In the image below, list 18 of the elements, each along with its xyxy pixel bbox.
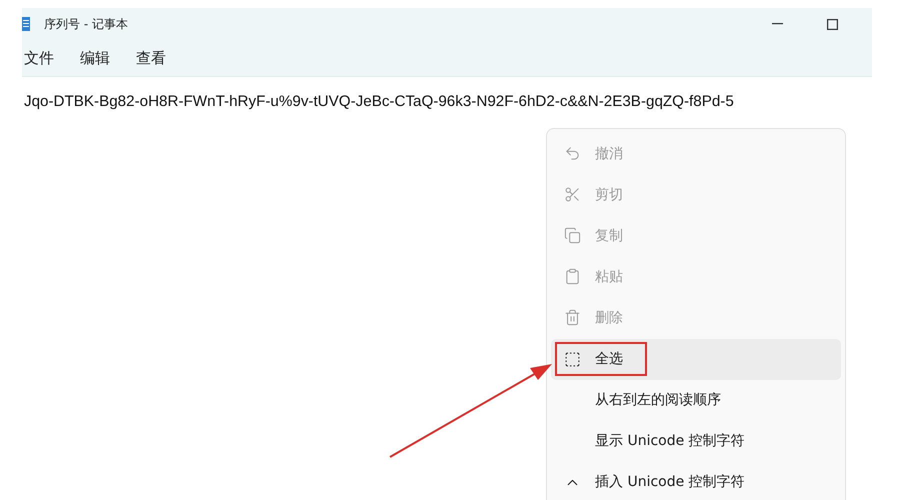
notepad-icon [22, 17, 30, 31]
window-title: 序列号 - 记事本 [44, 16, 128, 32]
menu-option[interactable]: 从右到左的阅读顺序 [551, 380, 841, 421]
clipboard-icon [564, 268, 580, 286]
menu-item[interactable]: 编辑 [80, 48, 110, 68]
scissors-icon [564, 186, 580, 204]
trash-icon [564, 309, 580, 326]
menu-item[interactable]: 查看 [136, 48, 166, 68]
minimize-icon[interactable] [772, 23, 783, 25]
copy-icon [564, 227, 580, 244]
menu-option[interactable]: 显示 Unicode 控制字符 [551, 420, 841, 462]
menu-option[interactable]: 全选 [551, 338, 841, 380]
maximize-icon[interactable] [827, 18, 838, 30]
menu-option[interactable]: 插入 Unicode 控制字符 [551, 462, 841, 500]
document-text: Jqo-DTBK-Bg82-oH8R-FWnT-hRyF-u%9v-tUVQ-JeBc-CTaQ-96k3-N92F-6hD2-c&&N-2E3B-gqZQ-f8Pd-5 [23, 92, 735, 110]
select-all-icon [564, 350, 580, 368]
undo-icon [564, 145, 580, 162]
menu-item[interactable]: 文件 [24, 48, 54, 68]
